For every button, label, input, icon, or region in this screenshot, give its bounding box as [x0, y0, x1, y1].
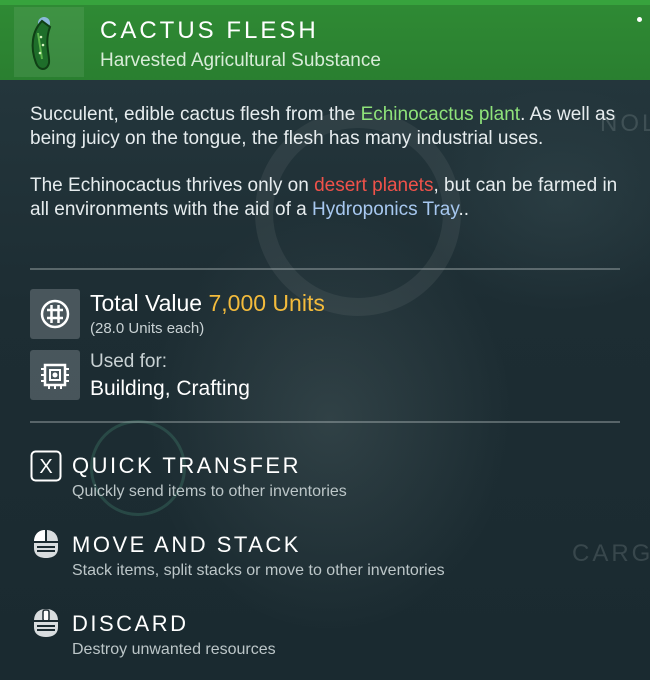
description-text: .. — [458, 199, 469, 220]
x-key-label: X — [39, 456, 52, 478]
unit-price: (28.0 Units each) — [90, 320, 205, 337]
move-and-stack-desc: Stack items, split stacks or move to oth… — [72, 562, 445, 579]
description-paragraph-2: The Echinocactus thrives only on desert … — [30, 174, 630, 222]
discard-desc: Destroy unwanted resources — [72, 641, 276, 658]
item-info-panel: CACTUS FLESH Harvested Agricultural Subs… — [0, 0, 650, 680]
quick-transfer-desc: Quickly send items to other inventories — [72, 483, 347, 500]
total-value-amount: 7,000 Units — [208, 290, 325, 316]
used-for-label: Used for: — [90, 351, 168, 372]
component-chip-icon — [30, 350, 80, 400]
echinocactus-plant-link: Echinocactus plant — [360, 104, 521, 125]
desert-planets-highlight: desert planets — [314, 175, 434, 196]
x-key-icon: X — [30, 450, 62, 482]
item-description: Succulent, edible cactus flesh from the … — [30, 103, 630, 245]
description-text: The Echinocactus thrives only on — [30, 175, 315, 196]
quick-transfer-title: QUICK TRANSFER — [72, 453, 301, 478]
hydroponics-tray-link: Hydroponics Tray — [312, 199, 459, 220]
status-dot — [637, 17, 642, 22]
total-value-label: Total Value — [90, 290, 203, 316]
move-and-stack-title: MOVE AND STACK — [72, 532, 301, 557]
used-for-value: Building, Crafting — [90, 377, 250, 400]
discard-title: DISCARD — [72, 611, 189, 636]
units-currency-icon — [30, 289, 80, 339]
divider-top — [30, 268, 620, 270]
divider-bottom — [30, 421, 620, 423]
mouse-left-click-icon — [30, 528, 62, 560]
description-text: Succulent, edible cactus flesh from the — [30, 104, 361, 125]
cactus-flesh-icon — [14, 7, 84, 77]
item-header: CACTUS FLESH Harvested Agricultural Subs… — [0, 0, 650, 80]
description-paragraph-1: Succulent, edible cactus flesh from the … — [30, 103, 630, 151]
item-title: CACTUS FLESH — [100, 17, 319, 44]
item-category: Harvested Agricultural Substance — [100, 50, 381, 71]
mouse-middle-click-icon — [30, 607, 62, 639]
total-value: Total Value 7,000 Units — [90, 290, 325, 317]
